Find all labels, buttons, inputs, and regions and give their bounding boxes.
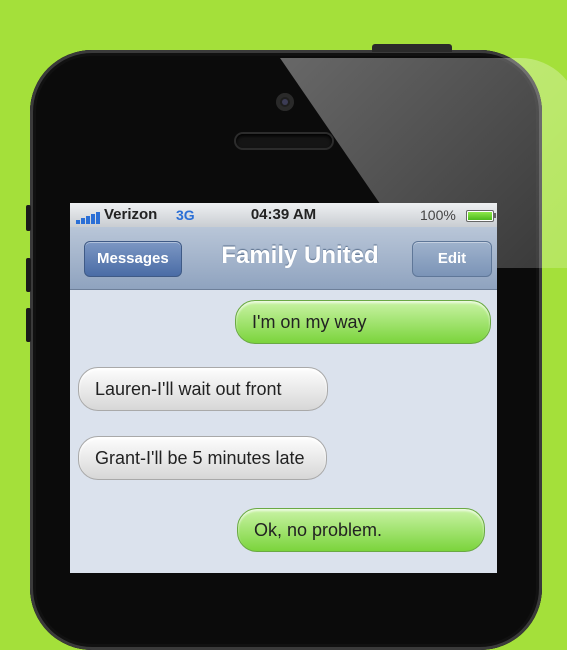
battery-percent: 100% xyxy=(420,207,456,223)
battery-fill xyxy=(468,212,492,220)
nav-bar: Messages Family United Edit xyxy=(70,227,497,290)
volume-down-button xyxy=(26,308,31,342)
front-camera xyxy=(276,93,294,111)
message-bubble-outgoing[interactable]: Ok, no problem. xyxy=(237,508,485,552)
message-thread[interactable]: I'm on my way Lauren-I'll wait out front… xyxy=(70,290,497,573)
message-bubble-incoming[interactable]: Grant-I'll be 5 minutes late xyxy=(78,436,327,480)
volume-up-button xyxy=(26,258,31,292)
message-bubble-incoming[interactable]: Lauren-I'll wait out front xyxy=(78,367,328,411)
status-bar: Verizon 3G 04:39 AM 100% xyxy=(70,203,497,227)
conversation-title: Family United xyxy=(221,242,379,269)
phone-screen: Verizon 3G 04:39 AM 100% Messages Family… xyxy=(70,203,497,573)
sleep-button xyxy=(372,44,452,52)
mute-switch xyxy=(26,205,31,231)
earpiece-speaker xyxy=(236,134,332,148)
battery-icon xyxy=(466,210,494,222)
battery-tip xyxy=(494,213,496,218)
messages-back-button[interactable]: Messages xyxy=(84,241,182,277)
edit-button[interactable]: Edit xyxy=(412,241,492,277)
message-bubble-outgoing[interactable]: I'm on my way xyxy=(235,300,491,344)
